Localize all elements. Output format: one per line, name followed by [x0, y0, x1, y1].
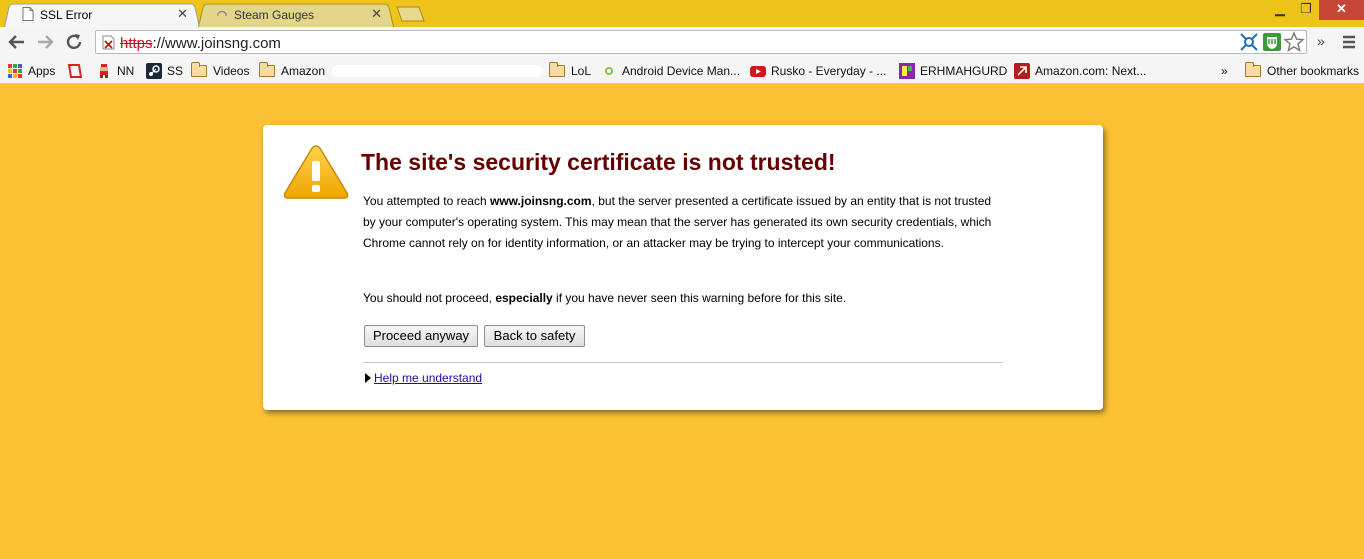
bookmark-amazon-com[interactable]: Amazon.com: Next...	[1014, 62, 1146, 80]
chrome-menu-icon[interactable]	[1338, 31, 1360, 53]
back-arrow-icon[interactable]	[6, 31, 28, 53]
warning-text: if you have never seen this warning befo…	[552, 291, 847, 305]
erhmahgurd-icon	[899, 63, 915, 79]
tab-title: Steam Gauges	[234, 8, 315, 22]
folder-icon	[259, 62, 275, 77]
loading-spinner-icon	[217, 10, 227, 16]
bookmark-ss[interactable]: SS	[146, 62, 183, 80]
reload-icon[interactable]	[63, 31, 85, 53]
bookmark-label: LoL	[571, 64, 592, 78]
amazon-icon	[1014, 63, 1030, 79]
warning-triangle-icon	[283, 145, 349, 199]
android-device-manager-icon	[605, 67, 613, 75]
target-host: www.joinsng.com	[489, 194, 592, 208]
apps-grid-icon	[8, 64, 22, 78]
window-close-icon[interactable]: ✕	[1319, 0, 1364, 20]
ssl-error-card: The site's security certificate is not t…	[263, 125, 1103, 410]
page-icon	[22, 7, 34, 21]
bookmark-label: Videos	[213, 64, 250, 78]
mario-sprite-icon	[100, 64, 108, 78]
back-to-safety-button[interactable]: Back to safety	[484, 325, 585, 347]
divider	[363, 362, 1003, 363]
bookmark-label: Amazon.com: Next...	[1035, 64, 1147, 78]
url-scheme: https	[120, 35, 153, 52]
bookmark-nn[interactable]: NN	[96, 62, 134, 80]
bookmark-label: Apps	[28, 64, 56, 78]
explanation-text: You attempted to reach	[363, 194, 490, 208]
bookmark-label: Rusko - Everyday - ...	[771, 64, 887, 78]
tab-steam-gauges[interactable]: Steam Gauges ✕	[198, 2, 394, 27]
folder-icon	[549, 62, 565, 77]
steam-icon	[146, 63, 162, 79]
bookmark-rusko[interactable]: Rusko - Everyday - ...	[750, 62, 886, 80]
bookmark-label: Android Device Man...	[622, 64, 741, 78]
address-bar[interactable]: https://www.joinsng.com	[95, 30, 1307, 54]
url-text[interactable]: https://www.joinsng.com	[120, 35, 281, 52]
bookmark-label: Amazon	[281, 64, 326, 78]
bookmarks-bar: Apps NN SS Videos Amazon LoL Android Dev…	[0, 58, 1364, 84]
youtube-icon	[750, 66, 766, 77]
bookmark-lol[interactable]: LoL	[549, 62, 591, 80]
bookmark-videos[interactable]: Videos	[191, 62, 249, 80]
bookmark-other-bookmarks[interactable]: Other bookmarks	[1245, 62, 1359, 80]
help-disclosure[interactable]: Help me understand	[365, 371, 482, 385]
bookmark-amazon-folder[interactable]: Amazon	[259, 62, 325, 80]
broken-lock-icon[interactable]	[102, 35, 116, 50]
folder-icon	[191, 62, 207, 77]
tab-ssl-error[interactable]: SSL Error ✕	[4, 2, 200, 27]
bookmark-roblox[interactable]	[67, 62, 88, 80]
roblox-icon	[67, 64, 83, 78]
bookmark-label: Other bookmarks	[1267, 64, 1360, 78]
bookmark-label: ERHMAHGURD	[920, 64, 1008, 78]
tab-strip: SSL Error ✕ Steam Gauges ✕ ▁ ❐ ✕	[0, 0, 1364, 27]
bookmarks-overflow-chevron[interactable]: »	[1221, 62, 1228, 80]
bookmark-android-device-manager[interactable]: Android Device Man...	[601, 62, 740, 80]
close-tab-icon[interactable]: ✕	[371, 6, 382, 22]
disclosure-triangle-icon[interactable]	[365, 373, 371, 383]
tab-title: SSL Error	[40, 8, 93, 22]
bookmark-apps[interactable]: Apps	[7, 62, 55, 80]
warning-emphasis: especially	[495, 291, 553, 305]
restore-icon[interactable]: ❐	[1293, 0, 1319, 20]
folder-icon	[1245, 62, 1261, 77]
bookmark-star-icon[interactable]	[1283, 31, 1305, 53]
new-tab-button[interactable]	[394, 6, 426, 22]
error-explanation: You attempted to reach www.joinsng.com, …	[363, 191, 1003, 254]
overflow-label: »	[1221, 64, 1228, 78]
error-heading: The site's security certificate is not t…	[361, 149, 836, 175]
minimize-icon[interactable]: ▁	[1267, 0, 1293, 20]
proceed-anyway-button[interactable]: Proceed anyway	[364, 325, 478, 347]
extension-network-icon[interactable]	[1238, 31, 1260, 53]
extension-shield-icon[interactable]	[1261, 31, 1283, 53]
extensions-overflow-icon[interactable]: »	[1317, 33, 1325, 49]
close-tab-icon[interactable]: ✕	[177, 6, 188, 22]
window-controls: ▁ ❐ ✕	[1267, 0, 1364, 20]
help-me-understand-link[interactable]: Help me understand	[374, 371, 482, 385]
bookmark-erhmahgurd[interactable]: ERHMAHGURD	[899, 62, 1007, 80]
url-host: ://www.joinsng.com	[152, 35, 281, 52]
redacted-bookmarks	[332, 65, 542, 77]
forward-arrow-icon[interactable]	[34, 31, 56, 53]
warning-text: You should not proceed,	[363, 291, 496, 305]
bookmark-label: NN	[117, 64, 135, 78]
proceed-warning: You should not proceed, especially if yo…	[363, 288, 1003, 309]
bookmark-label: SS	[167, 64, 184, 78]
toolbar: https://www.joinsng.com »	[0, 27, 1364, 58]
